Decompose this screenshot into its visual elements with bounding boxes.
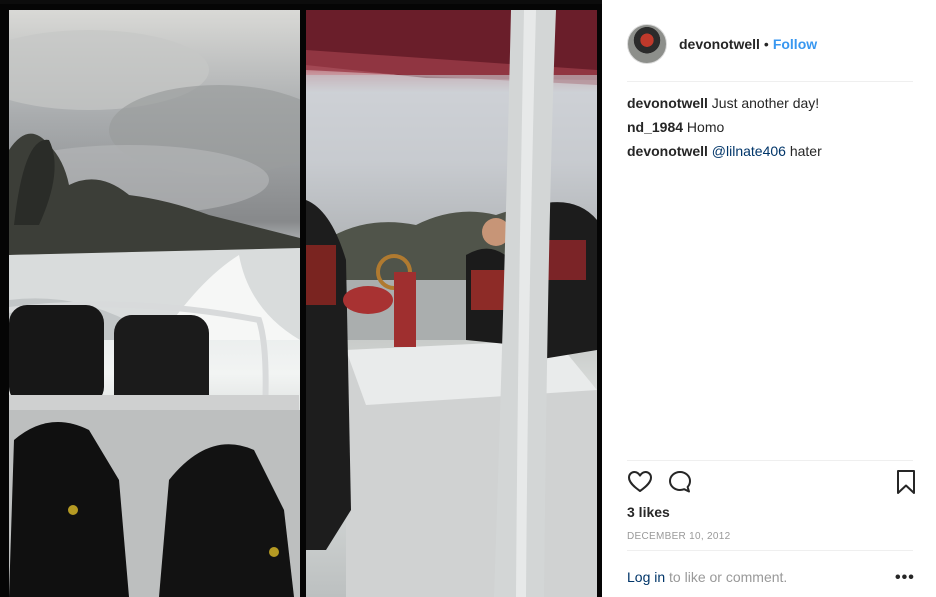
comment-text: Just another day!: [707, 95, 820, 111]
login-link[interactable]: Log in: [627, 569, 665, 585]
comment-username[interactable]: nd_1984: [627, 119, 683, 135]
comment-text: Homo: [683, 119, 725, 135]
footer-divider: [627, 550, 913, 551]
actions-divider: [627, 460, 913, 461]
heart-icon[interactable]: [627, 469, 653, 495]
photo-boat-deck-drawing: [306, 10, 597, 597]
comment-item: nd_1984 Homo: [627, 118, 917, 136]
header-separator: •: [763, 36, 769, 52]
top-strip: [0, 0, 602, 4]
header-username[interactable]: devonotwell: [679, 36, 760, 52]
instagram-post-page: devonotwell • Follow devonotwell Just an…: [0, 0, 936, 597]
comment-item: devonotwell @lilnate406 hater: [627, 142, 917, 160]
comment-text-after: hater: [785, 143, 822, 159]
login-prompt-text: to like or comment.: [665, 569, 788, 585]
post-date[interactable]: DECEMBER 10, 2012: [627, 531, 730, 542]
comments-list: devonotwell Just another day! nd_1984 Ho…: [627, 94, 917, 166]
comment-icon[interactable]: [667, 469, 693, 495]
more-options-icon[interactable]: •••: [895, 569, 915, 587]
photo-boat-wake-drawing: [9, 30, 300, 597]
action-bar: [625, 469, 917, 499]
post-header: devonotwell • Follow: [627, 24, 817, 64]
photo-boat-deck: [306, 10, 597, 597]
avatar[interactable]: [627, 24, 667, 64]
likes-count[interactable]: 3 likes: [627, 504, 670, 520]
comment-item: devonotwell Just another day!: [627, 94, 917, 112]
bookmark-icon[interactable]: [893, 469, 919, 495]
photo-boat-wake: [9, 10, 300, 597]
comment-mention-link[interactable]: @lilnate406: [712, 143, 786, 159]
follow-button[interactable]: Follow: [773, 36, 817, 52]
comment-username[interactable]: devonotwell: [627, 143, 708, 159]
login-prompt: Log in to like or comment.: [627, 569, 787, 585]
header-divider: [627, 81, 913, 82]
comment-username[interactable]: devonotwell: [627, 95, 708, 111]
post-media[interactable]: [0, 0, 602, 597]
post-sidebar: devonotwell • Follow devonotwell Just an…: [603, 4, 936, 597]
